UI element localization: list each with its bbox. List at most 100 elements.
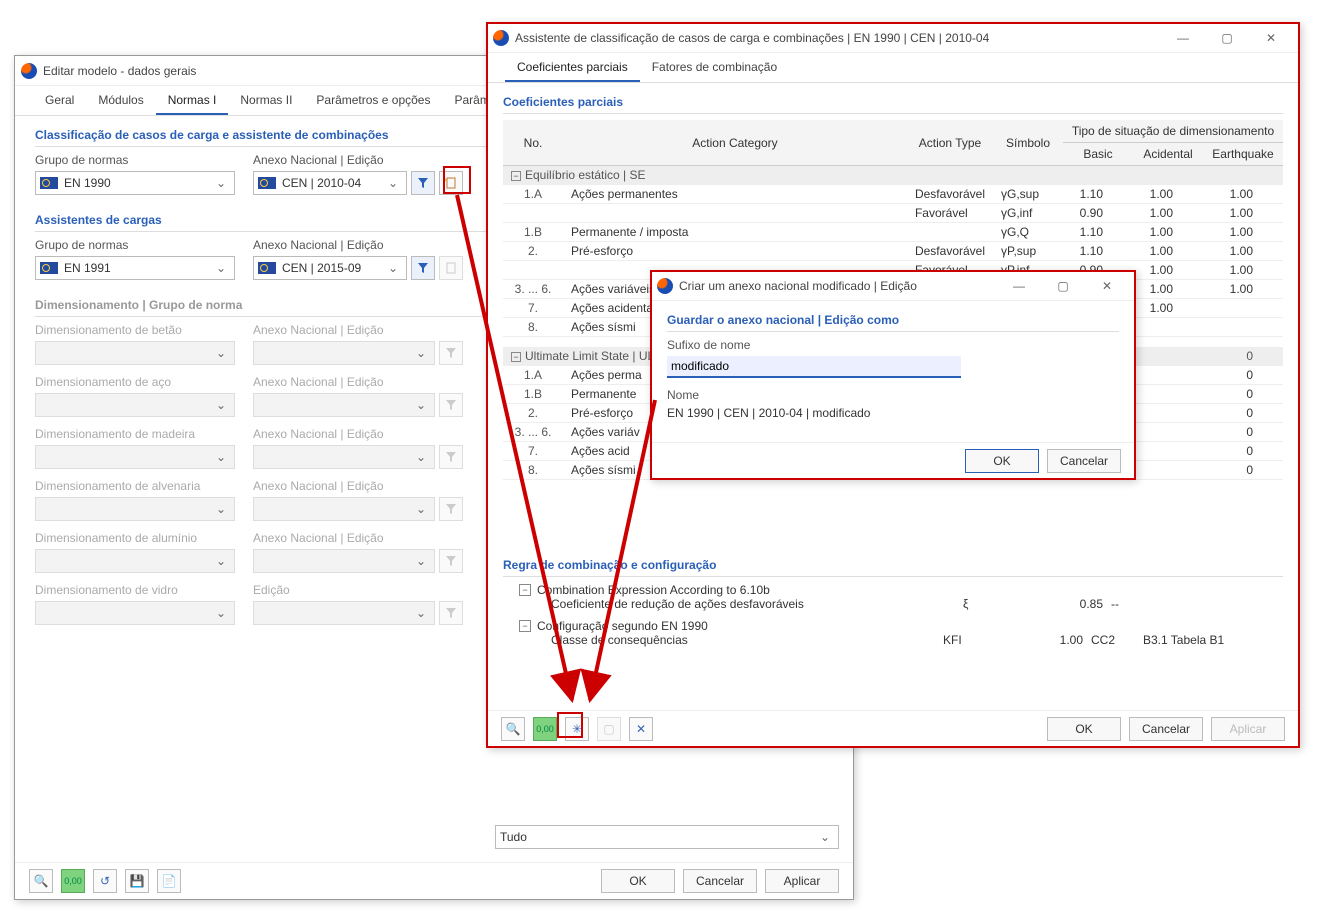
anexo-label: Edição bbox=[253, 583, 463, 597]
cancel-button[interactable]: Cancelar bbox=[1129, 717, 1203, 741]
tab-normas-i[interactable]: Normas I bbox=[156, 86, 229, 115]
cell-no: 1.B bbox=[503, 385, 563, 404]
collapse-icon[interactable]: − bbox=[519, 584, 531, 596]
cell-no: 3. ... 6. bbox=[503, 280, 563, 299]
close-button[interactable]: ✕ bbox=[1249, 24, 1293, 52]
apply-button: Aplicar bbox=[1211, 717, 1285, 741]
dim-label: Dimensionamento de vidro bbox=[35, 583, 235, 597]
cell-no: 8. bbox=[503, 318, 563, 337]
filter-button bbox=[439, 497, 463, 521]
tab-modulos[interactable]: Módulos bbox=[86, 86, 155, 115]
chevron-down-icon: ⌄ bbox=[212, 398, 230, 412]
cell-basic: 1.10 bbox=[1063, 242, 1133, 261]
cell-no bbox=[503, 204, 563, 223]
new-button[interactable]: ✳ bbox=[565, 717, 589, 741]
filter-button bbox=[439, 601, 463, 625]
tab-parametros[interactable]: Parâmetros e opções bbox=[304, 86, 442, 115]
suffix-input[interactable] bbox=[667, 356, 961, 378]
filter-icon bbox=[445, 451, 457, 463]
group-header[interactable]: −Equilíbrio estático | SE bbox=[503, 166, 1283, 185]
filter-button bbox=[439, 341, 463, 365]
open-wizard-button-disabled bbox=[439, 256, 463, 280]
units-button[interactable]: 0,00 bbox=[61, 869, 85, 893]
minimize-button[interactable]: — bbox=[997, 272, 1041, 300]
table-row[interactable]: 1.AAções permanentesDesfavorávelγG,sup1.… bbox=[503, 185, 1283, 204]
units-button[interactable]: 0,00 bbox=[533, 717, 557, 741]
label-anexo: Anexo Nacional | Edição bbox=[253, 238, 463, 252]
table-row[interactable]: 1.BPermanente / impostaγG,Q1.101.001.00 bbox=[503, 223, 1283, 242]
wizard-titlebar: Assistente de classificação de casos de … bbox=[487, 23, 1299, 53]
filter-button[interactable] bbox=[411, 171, 435, 195]
tab-geral[interactable]: Geral bbox=[33, 86, 86, 115]
refresh-button[interactable]: ↺ bbox=[93, 869, 117, 893]
ok-button[interactable]: OK bbox=[965, 449, 1039, 473]
chevron-down-icon: ⌄ bbox=[212, 450, 230, 464]
cancel-button[interactable]: Cancelar bbox=[683, 869, 757, 893]
xi-dash: -- bbox=[1103, 597, 1143, 611]
cell-eq bbox=[1203, 318, 1283, 337]
ok-button[interactable]: OK bbox=[1047, 717, 1121, 741]
chevron-down-icon: ⌄ bbox=[384, 261, 402, 275]
cell-no: 1.A bbox=[503, 185, 563, 204]
close-icon: ✕ bbox=[636, 722, 646, 736]
dropdown-cen2015[interactable]: CEN | 2015-09 ⌄ bbox=[253, 256, 407, 280]
table-row[interactable]: 2.Pré-esforçoDesfavorávelγP,sup1.101.001… bbox=[503, 242, 1283, 261]
collapse-icon[interactable]: − bbox=[519, 620, 531, 632]
col-cat: Action Category bbox=[563, 120, 907, 166]
flag-icon bbox=[40, 262, 58, 274]
xi-value: 0.85 bbox=[1033, 597, 1103, 611]
col-sym: Símbolo bbox=[993, 120, 1063, 166]
col-eq: Earthquake bbox=[1203, 143, 1283, 166]
cell-basic: 1.10 bbox=[1063, 185, 1133, 204]
document-icon bbox=[444, 261, 458, 275]
dropdown-en1990[interactable]: EN 1990 ⌄ bbox=[35, 171, 235, 195]
kfi-symbol: KFI bbox=[943, 633, 1013, 647]
tree-comb-expr[interactable]: − Combination Expression According to 6.… bbox=[503, 583, 1283, 597]
chevron-down-icon: ⌄ bbox=[412, 450, 430, 464]
filter-button[interactable] bbox=[411, 256, 435, 280]
cell-no: 3. ... 6. bbox=[503, 423, 563, 442]
open-wizard-button[interactable] bbox=[439, 171, 463, 195]
close-button[interactable]: ✕ bbox=[1085, 272, 1129, 300]
apply-button[interactable]: Aplicar bbox=[765, 869, 839, 893]
ok-button[interactable]: OK bbox=[601, 869, 675, 893]
cell-cat bbox=[563, 204, 907, 223]
cell-cat: Permanente / imposta bbox=[563, 223, 907, 242]
app-icon bbox=[21, 63, 37, 79]
dropdown-cen2010[interactable]: CEN | 2010-04 ⌄ bbox=[253, 171, 407, 195]
dim-label: Dimensionamento de aço bbox=[35, 375, 235, 389]
search-button[interactable]: 🔍 bbox=[501, 717, 525, 741]
search-button[interactable]: 🔍 bbox=[29, 869, 53, 893]
tab-fatores-comb[interactable]: Fatores de combinação bbox=[640, 53, 789, 82]
flag-icon bbox=[258, 177, 276, 189]
cell-no: 7. bbox=[503, 299, 563, 318]
maximize-button[interactable]: ▢ bbox=[1205, 24, 1249, 52]
flag-icon bbox=[40, 177, 58, 189]
maximize-button[interactable]: ▢ bbox=[1041, 272, 1085, 300]
dim-dropdown: ⌄ bbox=[35, 601, 235, 625]
cell-no: 7. bbox=[503, 442, 563, 461]
anexo-dropdown: ⌄ bbox=[253, 445, 435, 469]
cell-eq bbox=[1203, 299, 1283, 318]
dropdown-tudo[interactable]: Tudo ⌄ bbox=[495, 825, 839, 849]
classe-label: Classe de consequências bbox=[551, 633, 943, 647]
minimize-button[interactable]: — bbox=[1161, 24, 1205, 52]
tree-label: Configuração segundo EN 1990 bbox=[537, 619, 708, 633]
delete-button[interactable]: ✕ bbox=[629, 717, 653, 741]
copy-button[interactable]: 📄 bbox=[157, 869, 181, 893]
tab-coef-parciais[interactable]: Coeficientes parciais bbox=[505, 53, 640, 82]
cell-type: Favorável bbox=[907, 204, 993, 223]
cc2-value: CC2 bbox=[1083, 633, 1143, 647]
tree-conf-en[interactable]: − Configuração segundo EN 1990 bbox=[503, 619, 1283, 633]
tab-normas-ii[interactable]: Normas II bbox=[228, 86, 304, 115]
dropdown-value: Tudo bbox=[500, 830, 527, 844]
cell-basic: 0.90 bbox=[1063, 204, 1133, 223]
dropdown-en1991[interactable]: EN 1991 ⌄ bbox=[35, 256, 235, 280]
cancel-button[interactable]: Cancelar bbox=[1047, 449, 1121, 473]
cell-eq: 1.00 bbox=[1203, 185, 1283, 204]
cell-type bbox=[907, 223, 993, 242]
save-button[interactable]: 💾 bbox=[125, 869, 149, 893]
dlg-sec-title: Guardar o anexo nacional | Edição como bbox=[667, 305, 1119, 332]
table-row[interactable]: FavorávelγG,inf0.901.001.00 bbox=[503, 204, 1283, 223]
chevron-down-icon: ⌄ bbox=[816, 830, 834, 844]
